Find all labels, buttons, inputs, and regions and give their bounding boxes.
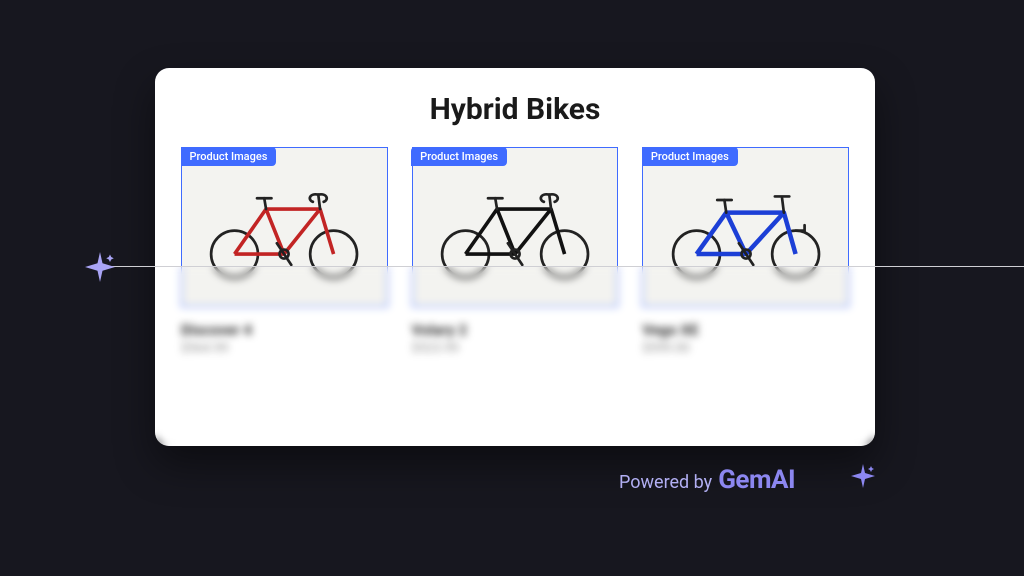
product-price: $564.99 bbox=[181, 341, 388, 356]
sparkle-icon bbox=[851, 464, 875, 488]
product-price: $599.00 bbox=[642, 341, 849, 356]
product-grid: Product Images Discover 4 $564.99 Produc… bbox=[181, 147, 849, 356]
product-image-selection[interactable]: Product Images bbox=[181, 147, 388, 307]
bike-icon bbox=[656, 173, 836, 281]
product-name: Volary 2 bbox=[412, 321, 619, 339]
selection-badge: Product Images bbox=[411, 147, 507, 166]
product-image bbox=[413, 148, 618, 306]
selection-badge: Product Images bbox=[181, 147, 277, 166]
product-name: Discover 4 bbox=[181, 321, 388, 339]
product-price: $523.99 bbox=[412, 341, 619, 356]
content-card: Hybrid Bikes Product Images Discover 4 $… bbox=[155, 68, 875, 446]
product-image bbox=[182, 148, 387, 306]
product-name: Vego XE bbox=[642, 321, 849, 339]
scan-line bbox=[90, 266, 1024, 267]
sparkle-icon bbox=[85, 252, 115, 282]
product-image bbox=[643, 148, 848, 306]
product-card[interactable]: Product Images Discover 4 $564.99 bbox=[181, 147, 388, 356]
bike-icon bbox=[425, 173, 605, 281]
branding-name: GemAI bbox=[718, 465, 795, 495]
branding-prefix: Powered by bbox=[619, 472, 712, 493]
product-image-selection[interactable]: Product Images bbox=[642, 147, 849, 307]
product-image-selection[interactable]: Product Images bbox=[412, 147, 619, 307]
product-card[interactable]: Product Images Volary 2 $523.99 bbox=[412, 147, 619, 356]
branding-footer: Powered by GemAI bbox=[619, 465, 795, 495]
page-title: Hybrid Bikes bbox=[181, 92, 849, 127]
product-card[interactable]: Product Images Vego XE $599.00 bbox=[642, 147, 849, 356]
selection-badge: Product Images bbox=[642, 147, 738, 166]
bike-icon bbox=[194, 173, 374, 281]
